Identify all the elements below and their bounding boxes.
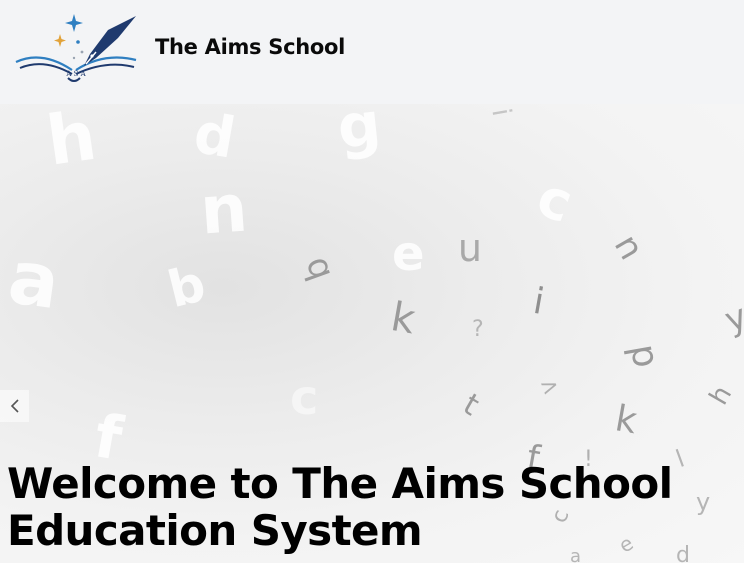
svg-text:a: a xyxy=(3,234,64,326)
svg-text:h: h xyxy=(704,381,738,410)
svg-text:t: t xyxy=(457,387,485,423)
svg-text:d: d xyxy=(619,342,663,372)
svg-text:d: d xyxy=(676,543,690,563)
svg-text:c: c xyxy=(290,370,318,426)
svg-text:b: b xyxy=(294,252,339,286)
svg-text:h: h xyxy=(42,104,101,182)
svg-text:u: u xyxy=(603,230,648,269)
svg-text:l: l xyxy=(672,444,688,473)
svg-text:?: ? xyxy=(472,317,484,342)
svg-text:n: n xyxy=(458,231,482,275)
svg-text:k: k xyxy=(388,294,420,343)
hero-title-line-1: Welcome to The Aims School xyxy=(7,459,673,508)
svg-text:n: n xyxy=(198,170,250,250)
svg-text:d: d xyxy=(189,104,240,172)
svg-text:y: y xyxy=(696,488,710,516)
svg-text:k: k xyxy=(612,398,640,442)
svg-text:y: y xyxy=(720,296,744,340)
svg-text:g: g xyxy=(334,104,384,163)
carousel-prev-button[interactable] xyxy=(0,390,29,422)
hero-carousel: h d g n a b e c f c i n b k ? i u d y > … xyxy=(0,104,744,563)
site-header: A S A The Aims School xyxy=(0,0,744,104)
logo-monogram: A S A xyxy=(65,70,86,78)
svg-text:e: e xyxy=(392,226,425,282)
hero-title: Welcome to The Aims School Education Sys… xyxy=(7,459,673,555)
chevron-left-icon xyxy=(10,399,19,413)
svg-text:i: i xyxy=(530,281,547,323)
brand-name[interactable]: The Aims School xyxy=(155,35,345,59)
svg-text:>: > xyxy=(537,372,563,402)
svg-text:i: i xyxy=(485,106,516,118)
svg-text:b: b xyxy=(162,254,211,319)
svg-text:c: c xyxy=(529,165,581,235)
hero-title-line-2: Education System xyxy=(7,506,423,555)
school-logo-icon[interactable]: A S A xyxy=(12,12,140,88)
